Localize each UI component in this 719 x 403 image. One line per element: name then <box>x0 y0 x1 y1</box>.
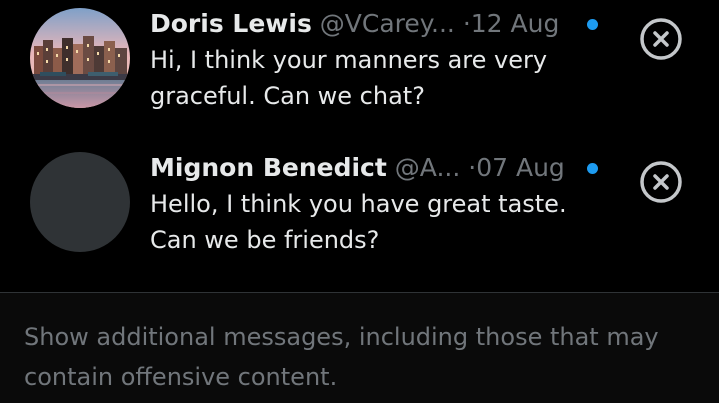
avatar-photo <box>30 8 130 108</box>
avatar[interactable] <box>30 8 130 108</box>
message-preview: Hello, I think you have great taste. Can… <box>150 190 567 254</box>
close-circle-icon <box>640 18 682 60</box>
avatar[interactable] <box>30 152 130 252</box>
close-circle-icon <box>640 161 682 203</box>
message-date: 07 Aug <box>476 153 565 182</box>
dismiss-button[interactable] <box>639 160 683 204</box>
message-date: 12 Aug <box>470 9 560 38</box>
separator: · <box>462 9 471 38</box>
sender-name[interactable]: Mignon Benedict <box>150 153 387 182</box>
message-preview: Hi, I think your manners are very gracef… <box>150 46 548 110</box>
message-header: Doris Lewis @VCarey... ·12 Aug <box>150 6 610 42</box>
message-header: Mignon Benedict @A... ·07 Aug <box>150 150 610 186</box>
sender-handle[interactable]: @VCarey... <box>320 9 455 38</box>
show-additional-messages-label: Show additional messages, including thos… <box>24 323 659 391</box>
unread-indicator-icon <box>587 163 598 174</box>
show-additional-messages-button[interactable]: Show additional messages, including thos… <box>0 293 719 403</box>
message-request-item[interactable]: Mignon Benedict @A... ·07 Aug Hello, I t… <box>0 140 719 280</box>
unread-indicator-icon <box>587 19 598 30</box>
sender-name[interactable]: Doris Lewis <box>150 9 312 38</box>
message-request-item[interactable]: Doris Lewis @VCarey... ·12 Aug Hi, I thi… <box>0 0 719 140</box>
sender-handle[interactable]: @A... <box>395 153 461 182</box>
dismiss-button[interactable] <box>639 17 683 61</box>
separator: · <box>468 153 477 182</box>
